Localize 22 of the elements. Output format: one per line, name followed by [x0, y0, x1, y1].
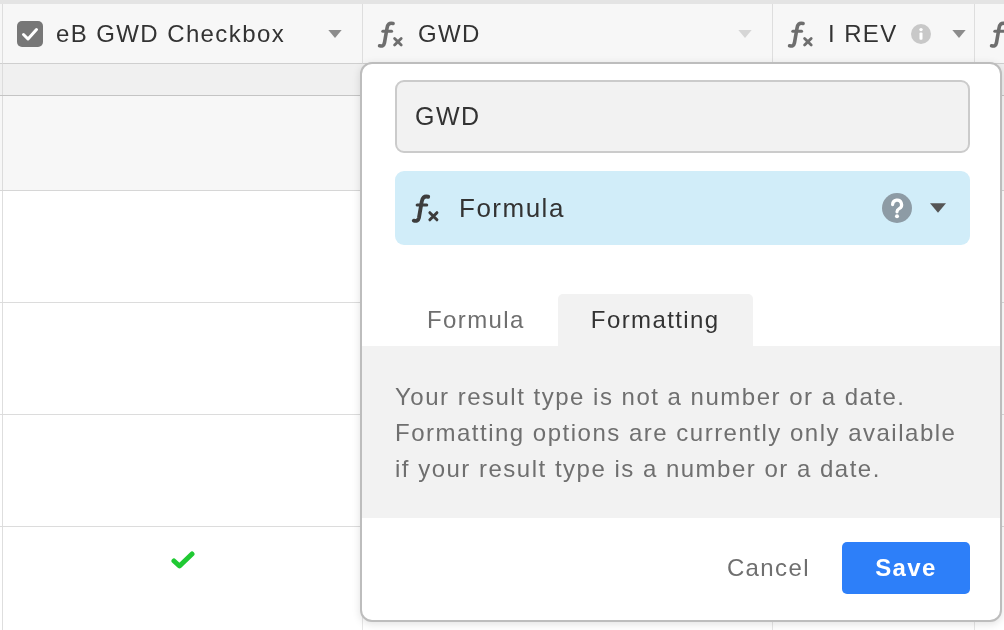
caret-icon [930, 203, 946, 213]
column-header-label: I REV [828, 19, 898, 48]
fx-icon [411, 193, 441, 223]
caret-icon[interactable] [328, 29, 342, 38]
field-type-dropdown[interactable]: Formula [395, 171, 970, 245]
info-icon[interactable] [910, 23, 931, 44]
field-name-input[interactable]: GWD [395, 80, 970, 153]
cancel-button[interactable]: Cancel [726, 542, 810, 594]
column-header-label: GWD [418, 19, 482, 48]
tab[interactable]: Formula [400, 294, 552, 346]
column-header[interactable]: I REV [773, 4, 975, 64]
info-message: Your result type is not a number or a date. Formatting options are currently only available if your result type is a number or a date. [395, 382, 958, 484]
column-header[interactable]: eB GWD Checkbox [3, 4, 363, 64]
help-icon[interactable] [882, 193, 912, 223]
column-header-label: eB GWD Checkbox [56, 19, 287, 48]
save-button[interactable]: Save [842, 542, 970, 594]
checkbox-icon [17, 20, 43, 47]
tab[interactable]: Formatting [557, 294, 753, 346]
fx-icon [787, 19, 815, 48]
fx-icon [377, 19, 405, 48]
caret-icon[interactable] [951, 29, 966, 38]
column-header[interactable]: GWD [363, 4, 773, 64]
